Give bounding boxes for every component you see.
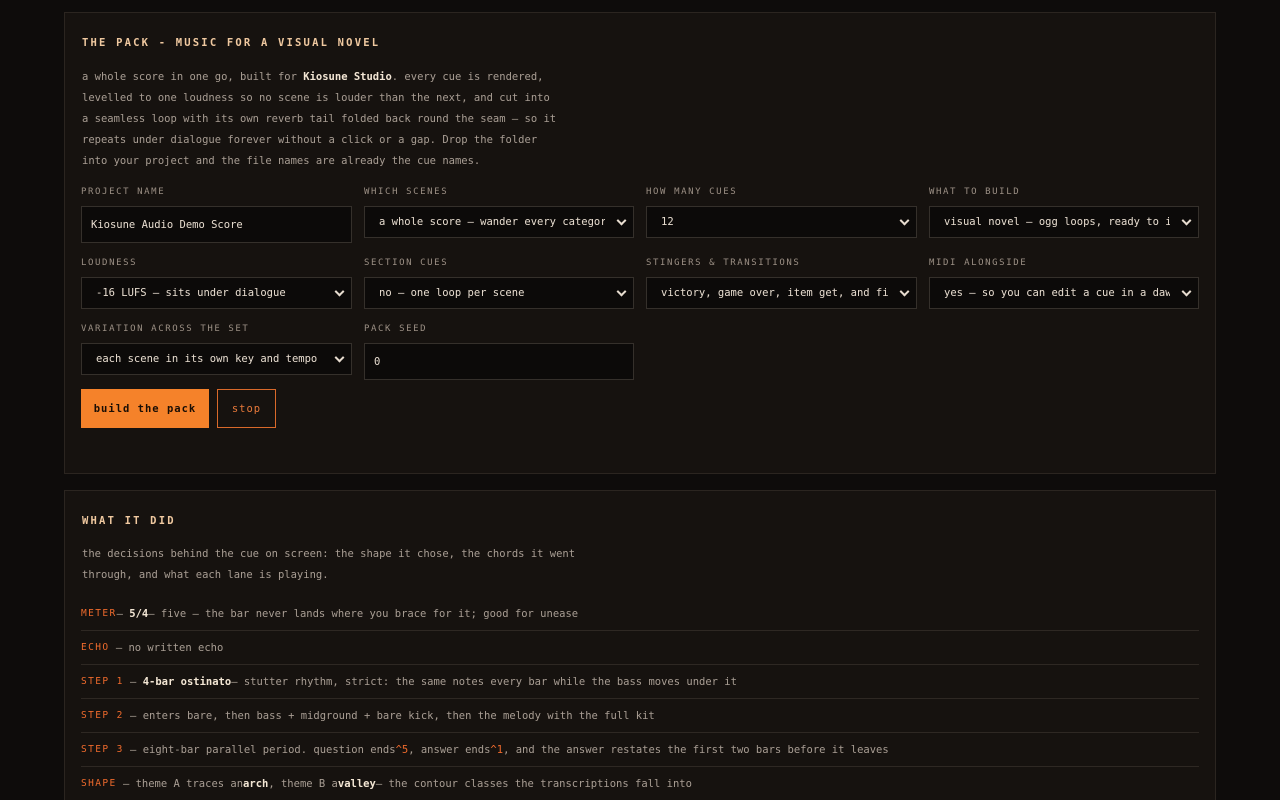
decision-list: METER — 5/4 — five — the bar never lands…: [81, 597, 1199, 800]
row-text: — the contour classes the transcriptions…: [375, 777, 692, 790]
intro-text-rest: . every cue is rendered, levelled to one…: [82, 71, 557, 167]
chevron-down-icon: [334, 286, 345, 297]
row-text: —: [116, 607, 123, 620]
chevron-down-icon: [334, 352, 345, 363]
loudness-label: LOUDNESS: [81, 258, 138, 268]
row-text: —: [130, 675, 137, 688]
chevron-down-icon: [899, 286, 910, 297]
what-it-did-title: WHAT IT DID: [82, 515, 176, 527]
how-many-cues-label: HOW MANY CUES: [646, 187, 738, 197]
chevron-down-icon: [1181, 286, 1192, 297]
row-text: — enters bare, then bass + midground + b…: [130, 709, 655, 722]
row-highlight: valley: [337, 777, 376, 790]
pack-panel: THE PACK - MUSIC FOR A VISUAL NOVEL a wh…: [64, 12, 1216, 474]
chevron-down-icon: [1181, 215, 1192, 226]
row-text: , and the answer restates the first two …: [503, 743, 889, 756]
stingers-value: victory, game over, item get, and five t…: [661, 287, 888, 299]
studio-name: Kiosune Studio: [303, 71, 392, 83]
list-item-step-1: STEP 1 — 4-bar ostinato — stutter rhythm…: [81, 665, 1199, 699]
project-name-value: Kiosune Audio Demo Score: [91, 218, 243, 231]
stop-button[interactable]: stop: [217, 389, 276, 428]
row-degree: ^5: [395, 743, 409, 756]
what-it-did-panel: WHAT IT DID the decisions behind the cue…: [64, 490, 1216, 800]
stingers-label: STINGERS & TRANSITIONS: [646, 258, 801, 268]
row-text: — eight-bar parallel period. question en…: [130, 743, 396, 756]
variation-label: VARIATION ACROSS THE SET: [81, 324, 250, 334]
intro-text: a whole score in one go, built for: [82, 71, 304, 83]
loudness-select[interactable]: -16 LUFS — sits under dialogue: [81, 277, 352, 309]
how-many-cues-value: 12: [661, 216, 674, 228]
build-pack-button[interactable]: build the pack: [81, 389, 209, 428]
midi-alongside-value: yes — so you can edit a cue in a daw lat…: [944, 287, 1170, 299]
row-text: — five — the bar never lands where you b…: [148, 607, 579, 620]
pack-title: THE PACK - MUSIC FOR A VISUAL NOVEL: [82, 37, 381, 49]
midi-alongside-select[interactable]: yes — so you can edit a cue in a daw lat…: [929, 277, 1199, 309]
section-cues-select[interactable]: no — one loop per scene: [364, 277, 634, 309]
which-scenes-label: WHICH SCENES: [364, 187, 449, 197]
row-text: — no written echo: [115, 641, 224, 654]
which-scenes-value: a whole score — wander every category: [379, 216, 605, 228]
row-highlight: 5/4: [129, 607, 149, 620]
chevron-down-icon: [616, 215, 627, 226]
chevron-down-icon: [899, 215, 910, 226]
list-item-shape: SHAPE — theme A traces an arch, theme B …: [81, 767, 1199, 800]
row-key: STEP 3: [81, 744, 124, 755]
list-item-step-2: STEP 2 — enters bare, then bass + midgro…: [81, 699, 1199, 733]
row-key: SHAPE: [81, 778, 117, 789]
variation-select[interactable]: each scene in its own key and tempo: [81, 343, 352, 375]
list-item-meter: METER — 5/4 — five — the bar never lands…: [81, 597, 1199, 631]
pack-seed-label: PACK SEED: [364, 324, 428, 334]
pack-intro: a whole score in one go, built for Kiosu…: [82, 67, 562, 172]
pack-seed-input[interactable]: 0: [364, 343, 634, 380]
row-key: ECHO: [81, 642, 110, 653]
row-key: METER: [81, 608, 117, 619]
row-text: , answer ends: [408, 743, 491, 756]
stingers-select[interactable]: victory, game over, item get, and five t…: [646, 277, 917, 309]
project-name-input[interactable]: Kiosune Audio Demo Score: [81, 206, 352, 243]
row-key: STEP 1: [81, 676, 124, 687]
project-name-label: PROJECT NAME: [81, 187, 166, 197]
row-key: STEP 2: [81, 710, 124, 721]
row-text: — theme A traces an: [122, 777, 244, 790]
chevron-down-icon: [616, 286, 627, 297]
list-item-echo: ECHO — no written echo: [81, 631, 1199, 665]
loudness-value: -16 LUFS — sits under dialogue: [96, 287, 286, 299]
variation-value: each scene in its own key and tempo: [96, 353, 318, 365]
what-to-build-label: WHAT TO BUILD: [929, 187, 1021, 197]
row-degree: ^1: [490, 743, 504, 756]
what-to-build-value: visual novel — ogg loops, ready to impor…: [944, 216, 1170, 228]
row-highlight: arch: [243, 777, 269, 790]
section-cues-value: no — one loop per scene: [379, 287, 525, 299]
what-to-build-select[interactable]: visual novel — ogg loops, ready to impor…: [929, 206, 1199, 238]
list-item-step-3: STEP 3 — eight-bar parallel period. ques…: [81, 733, 1199, 767]
what-it-did-intro: the decisions behind the cue on screen: …: [82, 548, 576, 581]
row-highlight: 4-bar ostinato: [142, 675, 232, 688]
pack-seed-value: 0: [374, 355, 381, 368]
how-many-cues-select[interactable]: 12: [646, 206, 917, 238]
row-text: , theme B a: [268, 777, 338, 790]
section-cues-label: SECTION CUES: [364, 258, 449, 268]
which-scenes-select[interactable]: a whole score — wander every category: [364, 206, 634, 238]
midi-alongside-label: MIDI ALONGSIDE: [929, 258, 1028, 268]
row-text: — stutter rhythm, strict: the same notes…: [231, 675, 737, 688]
